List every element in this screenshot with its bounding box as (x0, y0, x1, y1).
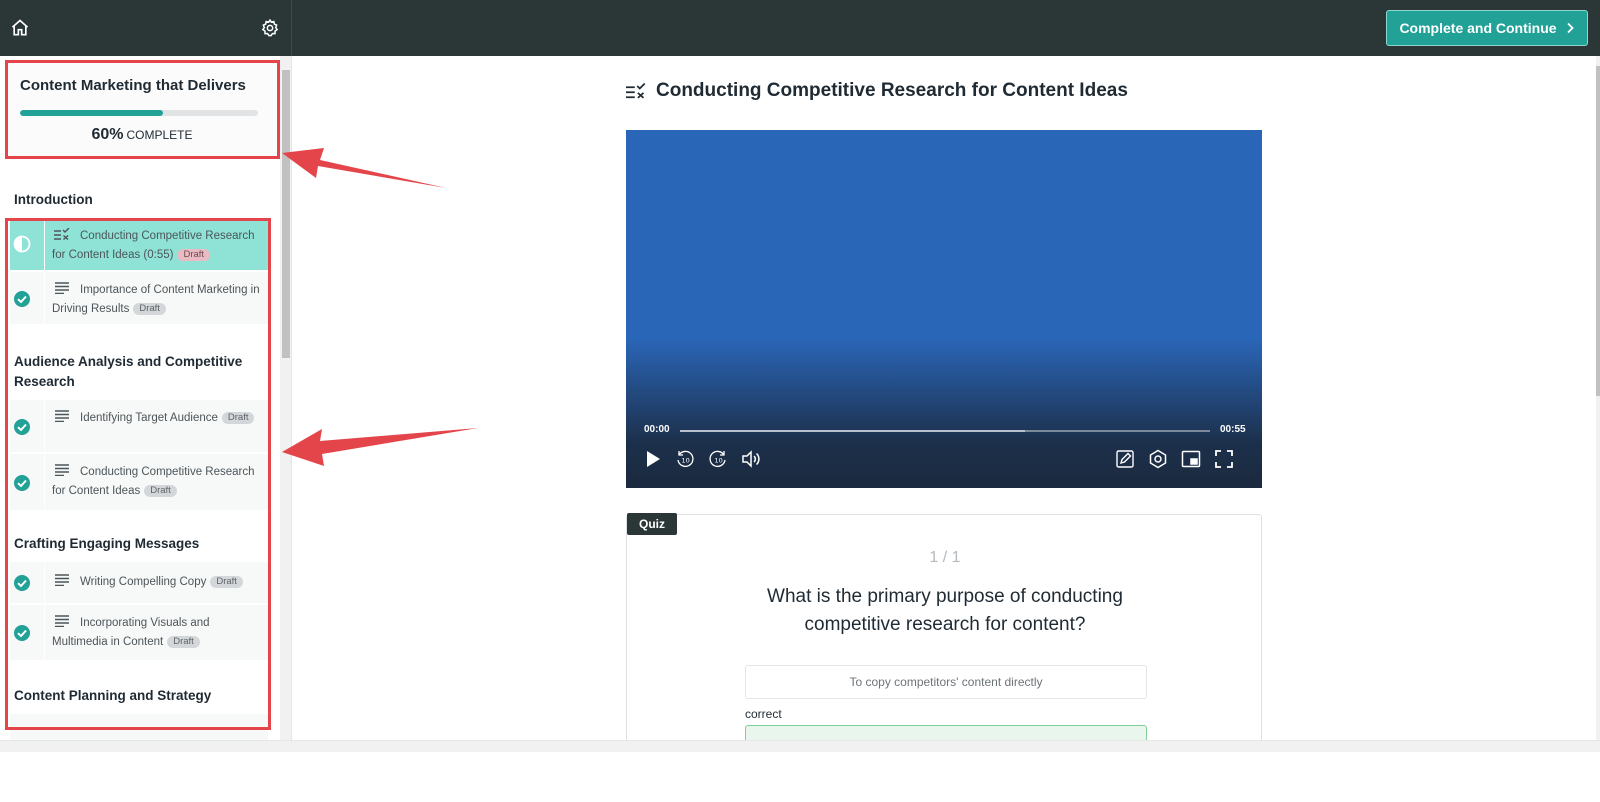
lesson-title: Conducting Competitive Research for Cont… (52, 230, 255, 261)
check-circle-icon (14, 575, 30, 591)
svg-text:10: 10 (715, 457, 723, 465)
video-buffered-fill (680, 430, 1025, 432)
text-lesson-icon (55, 615, 69, 627)
volume-icon[interactable] (740, 448, 762, 470)
lesson-item-active[interactable]: Conducting Competitive Research for Cont… (10, 218, 268, 271)
settings-icon[interactable] (1147, 448, 1169, 470)
lesson-item[interactable]: Writing Compelling Copy Draft (10, 562, 268, 604)
play-icon[interactable] (642, 448, 664, 470)
top-bar: Complete and Continue (0, 0, 1600, 56)
video-progress-bar[interactable] (680, 430, 1210, 432)
quiz-tag: Quiz (627, 513, 677, 535)
check-circle-icon (14, 475, 30, 491)
quiz-icon (54, 228, 70, 240)
fullscreen-icon[interactable] (1213, 448, 1235, 470)
course-title: Content Marketing that Delivers (20, 77, 246, 94)
quiz-counter: 1 / 1 (929, 549, 961, 566)
main-scrollbar[interactable] (1596, 56, 1600, 750)
section-title-audience-analysis: Audience Analysis and Competitive Resear… (14, 354, 243, 389)
lesson-item[interactable]: Incorporating Visuals and Multimedia in … (10, 605, 268, 661)
quiz-icon (626, 83, 646, 99)
lesson-title: Identifying Target Audience (80, 412, 218, 424)
lesson-content: Conducting Competitive Research for Cont… (292, 56, 1600, 750)
draft-badge: Draft (133, 303, 166, 315)
progress-percent: 60% (91, 126, 124, 143)
progress-bar (20, 110, 258, 116)
draft-badge: Draft (144, 485, 177, 497)
lesson-item[interactable]: Identifying Target Audience Draft (10, 400, 268, 453)
home-icon[interactable] (8, 16, 32, 40)
text-lesson-icon (55, 574, 69, 586)
video-current-time: 00:00 (644, 424, 670, 435)
answer-option[interactable]: To copy competitors' content directly (745, 665, 1147, 699)
app-window: Complete and Continue Content Marketing … (0, 0, 1600, 752)
forward-10-icon[interactable]: 10 (707, 448, 729, 470)
check-circle-icon (14, 419, 30, 435)
lesson-title: Writing Compelling Copy (80, 576, 207, 588)
text-lesson-icon (55, 464, 69, 476)
lesson-title: Conducting Competitive Research for Cont… (656, 80, 1128, 101)
video-player[interactable]: 00:00 00:55 10 10 (626, 130, 1262, 488)
quiz-question: What is the primary purpose of conductin… (767, 586, 1123, 635)
draft-badge: Draft (210, 576, 243, 588)
section-title-crafting-messages: Crafting Engaging Messages (14, 536, 200, 551)
notes-icon[interactable] (1114, 448, 1136, 470)
section-title-content-planning: Content Planning and Strategy (14, 688, 212, 703)
correct-label: correct (745, 707, 782, 721)
check-circle-icon (14, 291, 30, 307)
svg-text:10: 10 (682, 457, 690, 465)
lesson-item[interactable]: Importance of Content Marketing in Drivi… (10, 272, 268, 325)
lesson-item[interactable]: Conducting Competitive Research for Cont… (10, 454, 268, 511)
chevron-right-icon (1566, 22, 1574, 34)
course-sidebar: Content Marketing that Delivers 60% COMPL… (0, 56, 292, 750)
draft-badge: Draft (221, 412, 255, 424)
sidebar-toolbar (0, 0, 292, 56)
gear-icon[interactable] (258, 16, 282, 40)
draft-badge: Draft (177, 249, 211, 261)
progress-text: 60% COMPLETE (8, 126, 276, 144)
horizontal-scrollbar[interactable] (0, 740, 1600, 752)
sidebar-scrollbar[interactable] (280, 56, 291, 750)
quiz-panel: Quiz 1 / 1 What is the primary purpose o… (626, 513, 1262, 750)
video-duration: 00:55 (1220, 424, 1246, 435)
lesson-header: Conducting Competitive Research for Cont… (626, 80, 1128, 102)
draft-badge: Draft (167, 636, 200, 648)
text-lesson-icon (55, 410, 69, 422)
progress-bar-fill (20, 110, 163, 116)
complete-button-label: Complete and Continue (1399, 20, 1557, 36)
in-progress-icon (13, 235, 31, 253)
section-title-introduction: Introduction (14, 192, 93, 207)
sidebar-scrollbar-thumb[interactable] (282, 70, 290, 358)
rewind-10-icon[interactable]: 10 (674, 448, 696, 470)
picture-in-picture-icon[interactable] (1180, 448, 1202, 470)
check-circle-icon (14, 625, 30, 641)
text-lesson-icon (55, 282, 69, 294)
complete-and-continue-button[interactable]: Complete and Continue (1386, 10, 1588, 46)
course-progress-card: Content Marketing that Delivers 60% COMPL… (8, 62, 276, 158)
progress-suffix: COMPLETE (126, 128, 193, 142)
